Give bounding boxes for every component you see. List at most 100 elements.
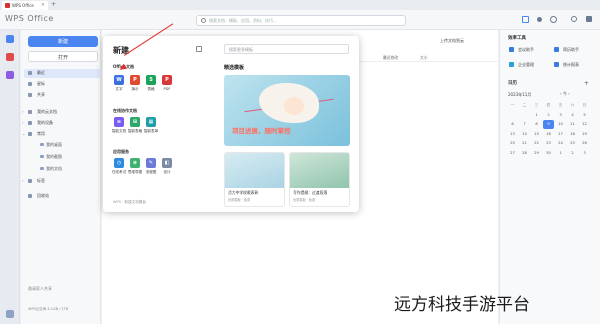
calendar-day[interactable]: 13 (507, 130, 518, 139)
rail-apps-icon[interactable] (6, 71, 14, 79)
calendar-weekday: 日 (582, 103, 587, 107)
new-button[interactable]: 新建 (28, 36, 98, 47)
calendar-day[interactable]: 27 (507, 149, 518, 158)
calendar-day[interactable]: 19 (579, 130, 590, 139)
pin-icon[interactable] (196, 46, 202, 52)
calendar-day[interactable]: 2 (567, 149, 578, 158)
app-icon[interactable]: ◧ (162, 158, 172, 168)
calendar-day[interactable]: 21 (519, 139, 530, 148)
calendar-day[interactable]: 6 (507, 120, 518, 129)
calendar-day[interactable]: 20 (507, 139, 518, 148)
watermark: 远方科技手游平台 (394, 295, 530, 315)
template-card[interactable]: 写作提纲：过渡段落 优质模板 · 免费 (289, 152, 350, 207)
avatar[interactable] (550, 16, 557, 23)
app-label[interactable]: 设计 (158, 170, 176, 175)
invite-family-link[interactable]: 邀请家人共享 (28, 286, 52, 292)
app-icon[interactable]: ⊞ (130, 117, 140, 127)
rail-docer-icon[interactable] (6, 53, 14, 61)
app-label[interactable]: PDF (158, 87, 176, 91)
sidebar-item-common[interactable]: ⌄ 常用 (22, 130, 100, 139)
calendar-day[interactable]: 18 (567, 130, 578, 139)
grid-view-icon[interactable] (522, 16, 529, 23)
template-search-input[interactable]: 搜索更多模板 (224, 44, 349, 54)
calendar-day[interactable]: 9 (543, 120, 554, 129)
calendar-day[interactable]: 1 (555, 149, 566, 158)
calendar-day[interactable]: 28 (519, 149, 530, 158)
calendar-day[interactable]: 22 (531, 139, 542, 148)
app-icon[interactable]: ▦ (146, 117, 156, 127)
sidebar-item-trash[interactable]: 回收站 (24, 192, 100, 201)
calendar-day[interactable]: 24 (555, 139, 566, 148)
new-tab-button[interactable]: + (51, 1, 56, 8)
app-icon[interactable]: P (162, 75, 172, 85)
sidebar-subitem-desktop[interactable]: 我的桌面 (40, 142, 62, 148)
calendar-day[interactable] (519, 111, 530, 120)
calendar-day[interactable]: 1 (531, 111, 542, 120)
calendar-day[interactable]: 14 (519, 130, 530, 139)
tab-wps-office[interactable]: WPS Office × (2, 1, 48, 10)
global-search-input[interactable]: 搜索文档、模板、应用、资料、技巧... (196, 15, 406, 26)
banner-text: 项目进展，随时掌控 (232, 127, 291, 135)
rail-home-icon[interactable] (6, 35, 14, 43)
sidebar-item-cloud-docs[interactable]: › 我的云文档 (22, 108, 100, 117)
calendar-title: 日历 (508, 81, 517, 86)
sidebar-subitem-screenshots[interactable]: 我的截图 (40, 154, 62, 160)
tool-stats[interactable]: 统计报表 (553, 60, 591, 70)
add-event-button[interactable]: + (584, 80, 589, 87)
app-icon[interactable]: ◷ (114, 158, 124, 168)
message-icon[interactable] (586, 16, 592, 22)
sidebar-item-starred[interactable]: 星标 (24, 80, 100, 89)
sidebar-item-recent[interactable]: 最近 (24, 69, 100, 78)
close-tab-icon[interactable]: × (41, 2, 45, 8)
app-icon[interactable]: ✎ (146, 158, 156, 168)
sidebar-item-shared[interactable]: 共享 (24, 91, 100, 100)
calendar-day[interactable]: 8 (531, 120, 542, 129)
tool-enterprise[interactable]: 企业管理 (508, 60, 546, 70)
calendar-day[interactable]: 10 (555, 120, 566, 129)
app-icon[interactable]: S (146, 75, 156, 85)
calendar-day[interactable]: 2 (543, 111, 554, 120)
calendar-day[interactable]: 11 (567, 120, 578, 129)
app-logo: WPS Office (5, 14, 54, 23)
calendar-day[interactable] (507, 111, 518, 120)
sidebar-item-devices[interactable]: › 我的设备 (22, 119, 100, 128)
calendar-day[interactable]: 23 (543, 139, 554, 148)
sidebar-subitem-documents[interactable]: 我的文档 (40, 166, 62, 172)
app-icon[interactable]: P (130, 75, 140, 85)
calendar-day[interactable]: 30 (543, 149, 554, 158)
calendar-nav[interactable]: ‹ 今 › (560, 91, 570, 97)
calendar-day[interactable]: 3 (555, 111, 566, 120)
sidebar-item-label: 标签 (37, 178, 45, 183)
app-icon[interactable]: ≡ (114, 117, 124, 127)
calendar-weekday: 二 (522, 103, 527, 107)
calendar-day[interactable]: 12 (579, 120, 590, 129)
calendar-day[interactable]: 15 (531, 130, 542, 139)
calendar-day[interactable]: 26 (579, 139, 590, 148)
column-modified[interactable]: 最近修改 (383, 55, 398, 61)
app-label[interactable]: 智能表单 (142, 129, 160, 134)
open-button[interactable]: 打开 (28, 51, 98, 62)
template-card[interactable]: 活力中学校歌表彰 优质模板 · 免费 (224, 152, 285, 207)
template-banner[interactable]: 项目进展，随时掌控 (224, 75, 350, 146)
skin-icon[interactable] (537, 17, 542, 22)
calendar-day[interactable]: 5 (579, 111, 590, 120)
tool-resume[interactable]: 简历助手 (553, 45, 591, 55)
template-search-placeholder: 搜索更多模板 (229, 47, 253, 52)
calendar-day[interactable]: 4 (567, 111, 578, 120)
calendar-day[interactable]: 7 (519, 120, 530, 129)
calendar-month[interactable]: 2023年11月 (508, 92, 531, 98)
tool-meeting[interactable]: 会议助手 (508, 45, 546, 55)
banner-illustration-face (284, 97, 304, 115)
calendar-day[interactable]: 3 (579, 149, 590, 158)
calendar-day[interactable]: 25 (567, 139, 578, 148)
calendar-day[interactable]: 17 (555, 130, 566, 139)
app-icon[interactable]: ⊕ (130, 158, 140, 168)
upload-to-cloud-link[interactable]: 上传文档到云 (440, 38, 464, 44)
rail-settings-icon[interactable] (6, 310, 14, 318)
settings-icon[interactable] (571, 16, 577, 22)
calendar-day[interactable]: 29 (531, 149, 542, 158)
column-size[interactable]: 大小 (420, 55, 428, 61)
sidebar-item-tags[interactable]: › 标签 (22, 177, 100, 186)
calendar-day[interactable]: 16 (543, 130, 554, 139)
app-icon[interactable]: W (114, 75, 124, 85)
